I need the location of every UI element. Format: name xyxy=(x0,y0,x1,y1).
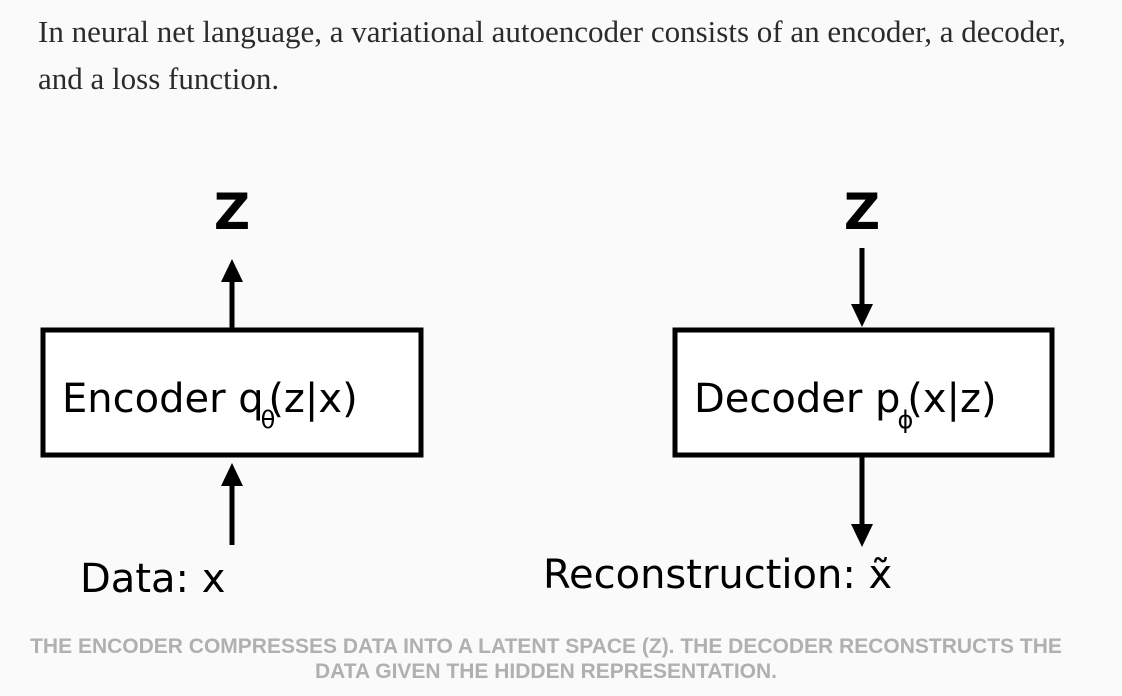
decoder-input-arrow xyxy=(851,248,873,327)
encoder-input-arrow xyxy=(221,463,243,545)
figure-caption: THE ENCODER COMPRESSES DATA INTO A LATEN… xyxy=(30,635,1062,683)
decoder-output-label: Reconstruction: x̃ xyxy=(543,552,892,598)
article-page: In neural net language, a variational au… xyxy=(0,0,1122,696)
decoder-latent-label: Z xyxy=(844,183,880,241)
encoder-latent-label: Z xyxy=(214,183,250,241)
vae-diagram: Z Encoder qθ(z|x) Data: x Z Decoder pϕ(x… xyxy=(40,183,1055,602)
decoder-label-main: Decoder p xyxy=(694,376,900,422)
encoder-label-main: Encoder q xyxy=(62,376,264,422)
encoder-label-tail: (z|x) xyxy=(268,376,357,422)
decoder-label-tail: (x|z) xyxy=(907,376,996,422)
encoder-input-label: Data: x xyxy=(80,556,225,602)
encoder-output-arrow xyxy=(221,259,243,330)
decoder-output-arrow xyxy=(851,457,873,547)
